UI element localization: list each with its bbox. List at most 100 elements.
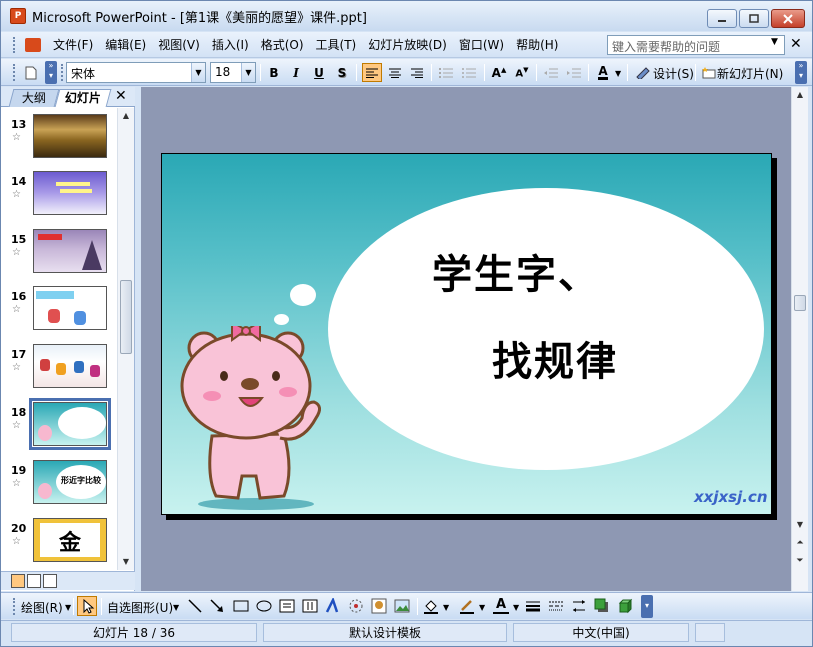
menu-edit[interactable]: 编辑(E): [99, 34, 152, 56]
font-size-select[interactable]: 18 ▼: [210, 62, 256, 83]
slide-thumbnail[interactable]: [33, 229, 107, 273]
scroll-up-icon[interactable]: ▲: [118, 108, 134, 124]
wordart-tool-icon[interactable]: [325, 598, 341, 614]
help-search-input[interactable]: 键入需要帮助的问题: [607, 35, 785, 55]
fill-color-icon[interactable]: [423, 598, 439, 614]
text-shadow-button[interactable]: S: [332, 63, 352, 82]
close-document-icon[interactable]: ✕: [790, 36, 802, 52]
menu-view[interactable]: 视图(V): [152, 34, 206, 56]
align-center-button[interactable]: [385, 63, 405, 82]
slide-thumbnail-row[interactable]: 15 ☆: [1, 229, 117, 279]
scroll-thumb[interactable]: [120, 280, 132, 354]
chevron-down-icon[interactable]: ▼: [65, 603, 71, 612]
chevron-down-icon[interactable]: ▼: [443, 603, 449, 612]
new-slide-icon[interactable]: [699, 63, 719, 82]
scroll-up-icon[interactable]: ▲: [792, 87, 808, 103]
rectangle-tool-icon[interactable]: [233, 598, 249, 614]
help-dropdown-icon[interactable]: ▼: [771, 37, 778, 47]
tab-outline[interactable]: 大纲: [8, 89, 60, 107]
slide-thumbnail[interactable]: [29, 398, 111, 450]
chevron-down-icon[interactable]: ▼: [513, 603, 519, 612]
previous-slide-icon[interactable]: ⏶: [792, 535, 808, 551]
bold-button[interactable]: B: [264, 63, 284, 82]
slide-title-line-2[interactable]: 找规律: [492, 329, 618, 387]
toolbar-grip[interactable]: [13, 36, 17, 53]
decrease-font-size-button[interactable]: A▼: [512, 63, 532, 82]
toolbar-grip[interactable]: [61, 64, 65, 81]
align-right-button[interactable]: [407, 63, 427, 82]
close-pane-icon[interactable]: ✕: [115, 88, 127, 104]
dash-style-icon[interactable]: [548, 598, 564, 614]
toolbar-overflow-icon[interactable]: ▾: [641, 595, 653, 618]
increase-font-size-button[interactable]: A▲: [489, 63, 509, 82]
slide-thumbnail-row-selected[interactable]: 18 ☆: [1, 398, 117, 452]
align-left-button[interactable]: [362, 63, 382, 82]
slide-thumbnail[interactable]: 形近字比较: [33, 460, 107, 504]
font-name-select[interactable]: 宋体 ▼: [66, 62, 206, 83]
slide-thumbnail-row[interactable]: 19 ☆ 形近字比较: [1, 460, 117, 510]
text-box-tool-icon[interactable]: [279, 598, 295, 614]
italic-button[interactable]: I: [286, 63, 306, 82]
numbering-button[interactable]: [436, 63, 456, 82]
current-slide[interactable]: 学生字、 找规律 xxjxsj.cn: [161, 153, 772, 515]
scroll-down-icon[interactable]: ▼: [118, 554, 134, 570]
tab-slides[interactable]: 幻灯片: [54, 89, 112, 107]
diagram-tool-icon[interactable]: [348, 598, 364, 614]
select-pointer-button[interactable]: [77, 596, 97, 616]
slide-sorter-view-icon[interactable]: [27, 574, 41, 588]
slide-thumbnail-row[interactable]: 14 ☆: [1, 171, 117, 221]
design-icon[interactable]: [633, 63, 653, 82]
normal-view-icon[interactable]: [11, 574, 25, 588]
next-slide-icon[interactable]: ⏷: [792, 553, 808, 569]
maximize-button[interactable]: [739, 9, 769, 28]
new-document-icon[interactable]: [21, 63, 41, 82]
toolbar-grip[interactable]: [13, 598, 17, 615]
menu-window[interactable]: 窗口(W): [453, 34, 510, 56]
vertical-text-box-tool-icon[interactable]: [302, 598, 318, 614]
scroll-down-icon[interactable]: ▼: [792, 517, 808, 533]
underline-button[interactable]: U: [309, 63, 329, 82]
increase-indent-button[interactable]: [564, 63, 584, 82]
slideshow-view-icon[interactable]: [43, 574, 57, 588]
menu-help[interactable]: 帮助(H): [510, 34, 564, 56]
line-tool-icon[interactable]: [187, 598, 203, 614]
toolbar-grip[interactable]: [13, 64, 17, 81]
insert-picture-tool-icon[interactable]: [394, 598, 410, 614]
bullets-button[interactable]: [459, 63, 479, 82]
scroll-thumb[interactable]: [794, 295, 806, 311]
menu-file[interactable]: 文件(F): [47, 34, 99, 56]
decrease-indent-button[interactable]: [541, 63, 561, 82]
close-window-button[interactable]: [771, 9, 805, 28]
slide-thumbnail[interactable]: 金: [33, 518, 107, 562]
slide-thumbnail[interactable]: [33, 344, 107, 388]
toolbar-overflow-icon[interactable]: » ▾: [795, 61, 807, 84]
oval-tool-icon[interactable]: [256, 598, 272, 614]
document-menu-icon[interactable]: [25, 37, 41, 52]
line-color-icon[interactable]: [459, 598, 475, 614]
slide-thumbnail-row[interactable]: 13 ☆: [1, 114, 117, 164]
slide-thumbnail-row[interactable]: 17 ☆: [1, 344, 117, 394]
slide-thumbnail-row[interactable]: 20 ☆ 金: [1, 518, 117, 568]
chevron-down-icon[interactable]: ▼: [615, 69, 621, 78]
line-style-icon[interactable]: [525, 598, 541, 614]
3d-style-icon[interactable]: [617, 598, 633, 614]
menu-format[interactable]: 格式(O): [255, 34, 310, 56]
powerpoint-app-icon[interactable]: P: [10, 8, 26, 24]
slide-title-line-1[interactable]: 学生字、: [432, 242, 600, 300]
new-slide-button[interactable]: 新幻灯片(N): [717, 65, 783, 82]
design-button[interactable]: 设计(S): [653, 65, 694, 82]
arrow-style-icon[interactable]: [571, 598, 587, 614]
clip-art-tool-icon[interactable]: [371, 598, 387, 614]
toolbar-overflow-icon[interactable]: » ▾: [45, 61, 57, 84]
slide-thumbnail-row[interactable]: 16 ☆: [1, 286, 117, 336]
chevron-down-icon[interactable]: ▼: [173, 603, 179, 612]
menu-slideshow[interactable]: 幻灯片放映(D): [362, 34, 453, 56]
slide-scrollbar[interactable]: ▲ ▼ ⏶ ⏷: [791, 87, 808, 591]
slide-thumbnail[interactable]: [33, 171, 107, 215]
menu-insert[interactable]: 插入(I): [206, 34, 255, 56]
minimize-button[interactable]: [707, 9, 737, 28]
chevron-down-icon[interactable]: ▼: [479, 603, 485, 612]
shadow-style-icon[interactable]: [594, 598, 610, 614]
font-color-icon[interactable]: A: [493, 598, 509, 614]
draw-menu-button[interactable]: 绘图(R): [21, 599, 63, 616]
